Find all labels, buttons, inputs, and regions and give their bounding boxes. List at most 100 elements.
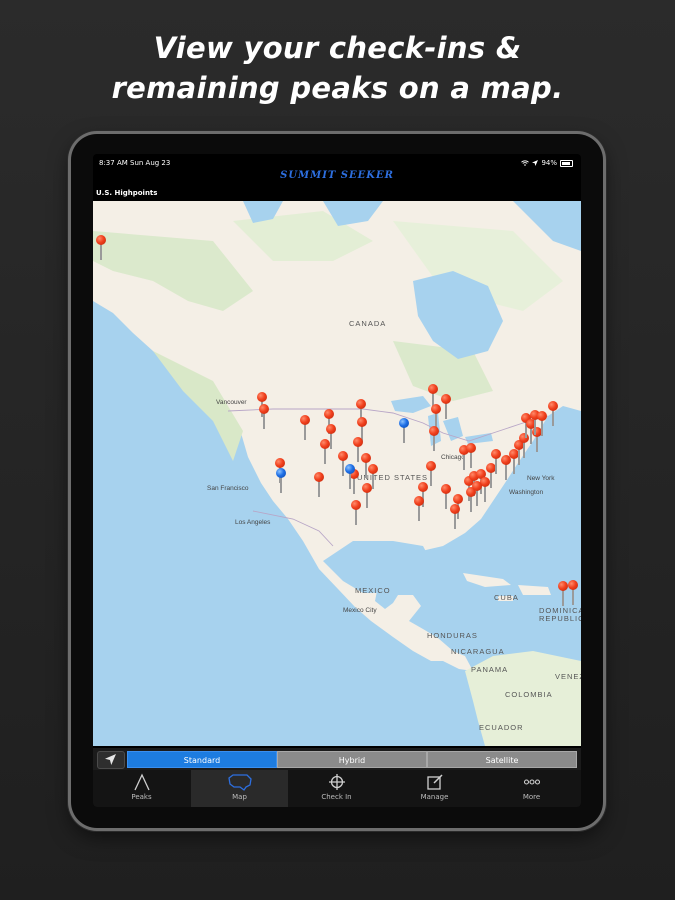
pin-needle	[470, 452, 472, 468]
pin-head	[320, 439, 330, 449]
pin-head	[429, 426, 439, 436]
pin-head	[353, 437, 363, 447]
tab-peaks[interactable]: Peaks	[93, 770, 190, 807]
tab-map[interactable]: Map	[191, 770, 288, 807]
pin-needle	[541, 420, 543, 436]
pin-needle	[365, 462, 367, 478]
device-screen: 8:37 AM Sun Aug 23 94% SUMMIT SEEKER U.S…	[93, 154, 581, 807]
tab-manage[interactable]: Manage	[386, 770, 483, 807]
pin-needle	[100, 244, 102, 260]
peak-pin[interactable]	[568, 580, 578, 606]
pin-needle	[366, 492, 368, 508]
pin-head	[537, 411, 547, 421]
peak-pin[interactable]	[320, 439, 330, 465]
pin-head	[357, 417, 367, 427]
pin-needle	[280, 477, 282, 493]
tab-more[interactable]: More	[483, 770, 580, 807]
pin-head	[276, 468, 286, 478]
pin-needle	[355, 509, 357, 525]
pin-head	[568, 580, 578, 590]
tab-bar: Peaks Map Check In Manage More	[93, 770, 581, 807]
city-los-angeles: Los Angeles	[235, 519, 271, 526]
status-time: 8:37 AM Sun Aug 23	[99, 159, 171, 167]
pin-head	[453, 494, 463, 504]
pin-needle	[572, 589, 574, 605]
pin-needle	[372, 473, 374, 489]
pin-needle	[562, 590, 564, 606]
map-view[interactable]: CANADA UNITED STATES MEXICO CUBA DOMINIC…	[93, 201, 581, 746]
city-new-york: New York	[527, 475, 555, 482]
edit-icon	[426, 774, 443, 790]
segment-satellite[interactable]: Satellite	[427, 751, 577, 768]
pin-head	[361, 453, 371, 463]
location-arrow-icon	[105, 754, 116, 765]
pin-head	[441, 484, 451, 494]
pin-head	[275, 458, 285, 468]
pin-needle	[324, 448, 326, 464]
label-mexico: MEXICO	[355, 586, 391, 595]
peak-pin[interactable]	[429, 426, 439, 452]
pin-needle	[454, 513, 456, 529]
peak-pin[interactable]	[491, 449, 501, 475]
pin-needle	[445, 493, 447, 509]
pin-needle	[318, 481, 320, 497]
peak-pin[interactable]	[548, 401, 558, 427]
peak-pin[interactable]	[558, 581, 568, 607]
pin-head	[431, 404, 441, 414]
pin-head	[558, 581, 568, 591]
segment-hybrid[interactable]: Hybrid	[277, 751, 427, 768]
pin-needle	[495, 458, 497, 474]
pin-needle	[505, 464, 507, 480]
pin-head	[548, 401, 558, 411]
tab-check-in-label: Check In	[321, 793, 352, 801]
crosshair-icon	[328, 774, 345, 790]
peak-pin[interactable]	[414, 496, 424, 522]
pin-needle	[463, 454, 465, 470]
pin-needle	[403, 427, 405, 443]
pin-head	[399, 418, 409, 428]
segment-standard[interactable]: Standard	[127, 751, 277, 768]
pin-needle	[433, 435, 435, 451]
peak-pin[interactable]	[472, 481, 482, 507]
page-title: U.S. Highpoints	[96, 189, 158, 197]
headline-line-1: View your check-ins &	[153, 31, 522, 65]
pin-head	[491, 449, 501, 459]
pin-needle	[536, 436, 538, 452]
pin-head	[426, 461, 436, 471]
tab-check-in[interactable]: Check In	[288, 770, 385, 807]
pin-head	[326, 424, 336, 434]
pin-head	[428, 384, 438, 394]
headline-line-2: remaining peaks on a map.	[111, 71, 564, 105]
pin-needle	[523, 442, 525, 458]
peak-pin[interactable]	[450, 504, 460, 530]
pin-needle	[418, 505, 420, 521]
pin-head	[356, 399, 366, 409]
location-arrow-icon	[532, 160, 539, 166]
peak-pin[interactable]	[300, 415, 310, 441]
pin-needle	[342, 460, 344, 476]
pin-head	[338, 451, 348, 461]
ipad-frame: 8:37 AM Sun Aug 23 94% SUMMIT SEEKER U.S…	[71, 134, 603, 828]
label-panama: PANAMA	[471, 665, 509, 674]
peak-pin[interactable]	[537, 411, 547, 437]
pin-needle	[476, 490, 478, 506]
peak-pin[interactable]	[259, 404, 269, 430]
checked-in-pin[interactable]	[399, 418, 409, 444]
wifi-icon	[521, 160, 530, 166]
label-nicaragua: NICARAGUA	[451, 647, 505, 656]
locate-button[interactable]	[97, 751, 125, 769]
peak-pin[interactable]	[351, 500, 361, 526]
checked-in-pin[interactable]	[276, 468, 286, 494]
peak-pin[interactable]	[441, 394, 451, 420]
peak-pin[interactable]	[96, 235, 106, 261]
peak-pin[interactable]	[314, 472, 324, 498]
peak-pin[interactable]	[466, 443, 476, 469]
pin-head	[96, 235, 106, 245]
pin-needle	[534, 419, 536, 435]
more-icon	[523, 779, 540, 785]
peak-pin[interactable]	[362, 483, 372, 509]
tab-map-label: Map	[232, 793, 247, 801]
map-icon	[227, 774, 252, 791]
checked-in-pin[interactable]	[345, 464, 355, 490]
pin-head	[441, 394, 451, 404]
